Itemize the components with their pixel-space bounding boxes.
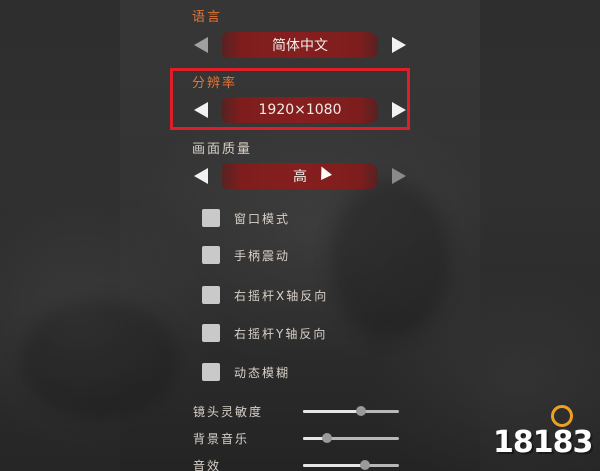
quality-value: 高 — [222, 163, 378, 189]
ink-decoration — [330, 180, 450, 340]
slider-track[interactable] — [303, 433, 399, 443]
checkbox-label: 动态模糊 — [234, 366, 291, 380]
slider-knob[interactable] — [322, 433, 332, 443]
checkbox-box[interactable] — [202, 209, 220, 227]
slider-label: 音效 — [193, 459, 222, 471]
language-value: 简体中文 — [222, 32, 378, 58]
resolution-next-arrow-icon[interactable] — [392, 102, 406, 118]
resolution-value: 1920×1080 — [222, 97, 378, 123]
checkbox-box[interactable] — [202, 246, 220, 264]
slider-label: 镜头灵敏度 — [193, 405, 264, 419]
quality-next-arrow-icon[interactable] — [392, 168, 406, 184]
slider-label: 背景音乐 — [193, 432, 250, 446]
checkbox-box[interactable] — [202, 324, 220, 342]
slider-fill — [303, 464, 366, 467]
language-prev-arrow-icon[interactable] — [194, 37, 208, 53]
quality-label: 画面质量 — [192, 142, 253, 157]
resolution-prev-arrow-icon[interactable] — [194, 102, 208, 118]
checkbox-label: 右摇杆X轴反向 — [234, 289, 329, 303]
resolution-label: 分辨率 — [192, 76, 238, 91]
settings-screen: 语言 简体中文 分辨率 1920×1080 画面质量 高 窗口模式 手柄震动 右… — [0, 0, 600, 471]
checkbox-box[interactable] — [202, 363, 220, 381]
slider-fill — [303, 410, 361, 413]
sun-icon — [551, 405, 573, 427]
quality-prev-arrow-icon[interactable] — [194, 168, 208, 184]
resolution-selector: 1920×1080 — [190, 97, 410, 123]
language-next-arrow-icon[interactable] — [392, 37, 406, 53]
checkbox-label: 右摇杆Y轴反向 — [234, 327, 328, 341]
slider-track[interactable] — [303, 460, 399, 470]
language-label: 语言 — [192, 10, 223, 25]
checkbox-box[interactable] — [202, 286, 220, 304]
checkbox-label: 窗口模式 — [234, 212, 291, 226]
checkbox-label: 手柄震动 — [234, 249, 291, 263]
slider-track[interactable] — [303, 406, 399, 416]
language-selector: 简体中文 — [190, 32, 410, 58]
watermark-text: 18183 — [493, 425, 593, 460]
site-watermark-logo: 18183 — [493, 405, 593, 467]
quality-selector: 高 — [190, 163, 410, 189]
ink-decoration — [20, 300, 180, 420]
slider-knob[interactable] — [355, 406, 366, 416]
